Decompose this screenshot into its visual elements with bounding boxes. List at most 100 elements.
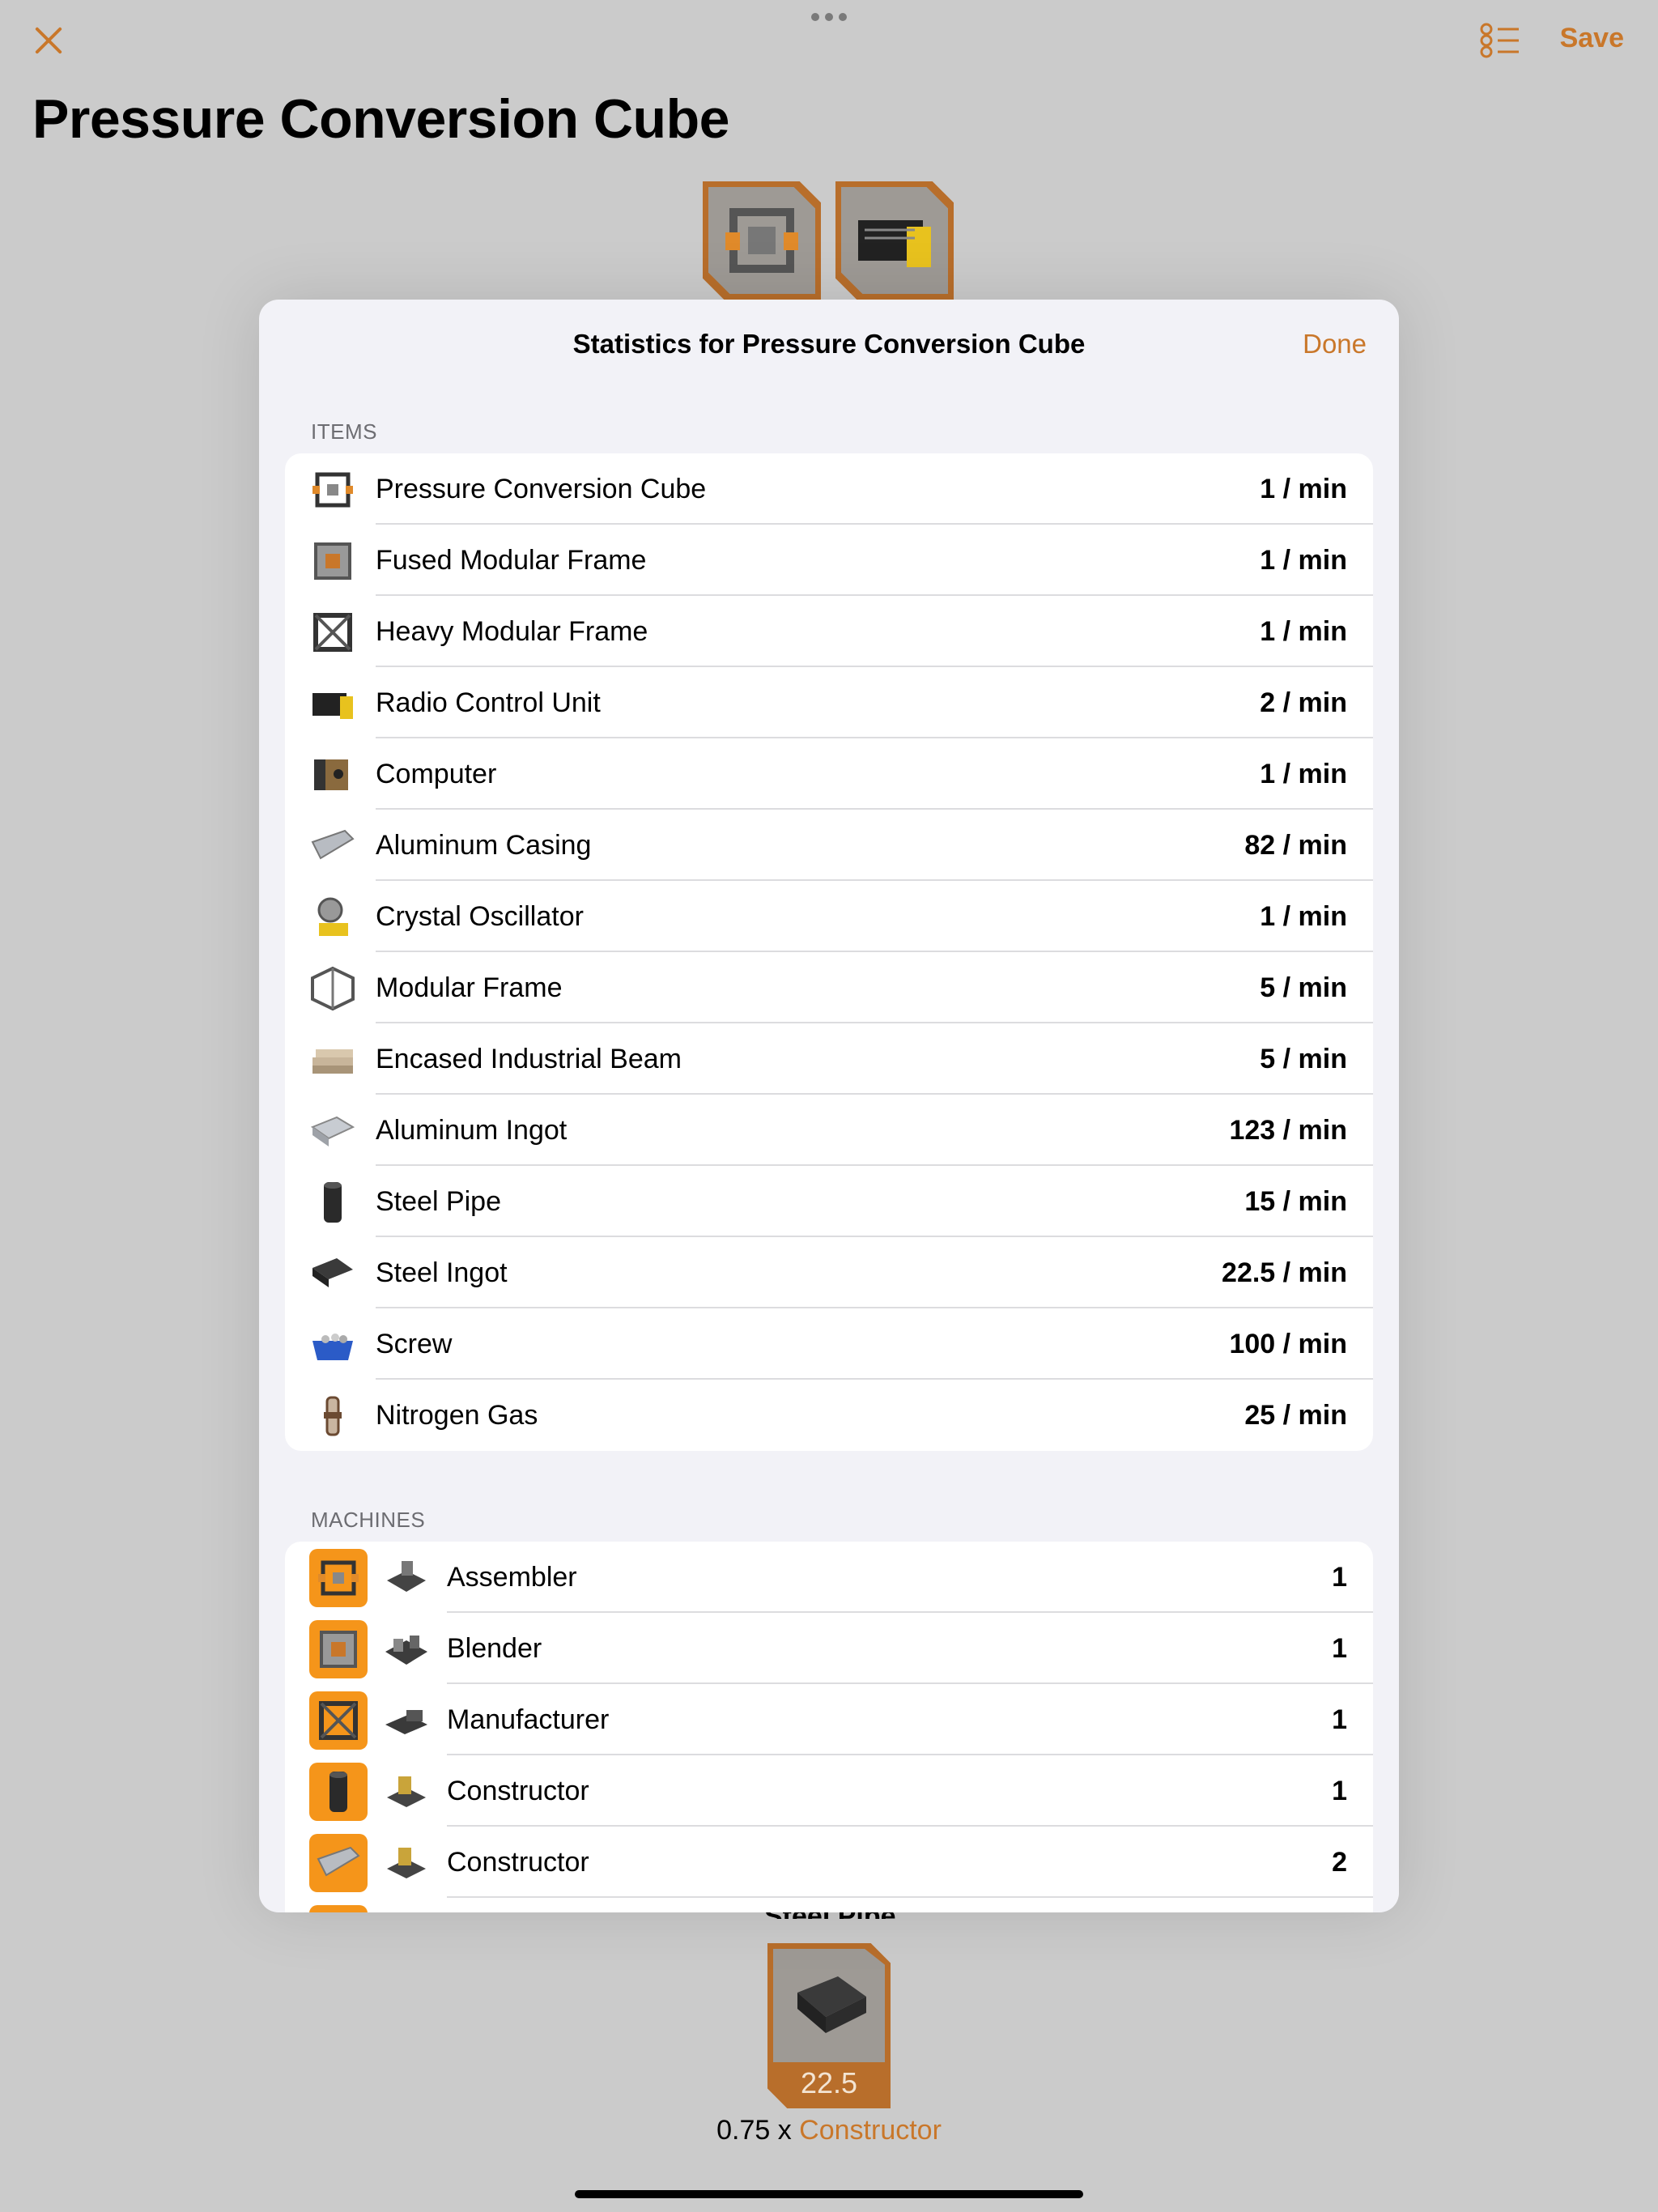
aluminum-ingot-icon (309, 1108, 356, 1155)
item-name: Steel Pipe (376, 1186, 501, 1217)
steel-ingot-quantity: 22.5 (800, 2066, 858, 2099)
industrial-beam-icon (309, 1036, 356, 1083)
item-rate: 5 / min (1260, 1044, 1347, 1074)
machine-row: Manufacturer 1 (285, 1684, 1373, 1755)
item-name: Modular Frame (376, 972, 563, 1003)
item-rate: 15 / min (1244, 1186, 1347, 1217)
manufacturer-icon (382, 1699, 431, 1744)
pressure-cube-icon (725, 208, 798, 273)
item-name: Aluminum Ingot (376, 1115, 568, 1146)
pressure-cube-icon (309, 466, 356, 513)
machine-row: Constructor 1 (285, 1755, 1373, 1827)
nitrogen-gas-icon (309, 1393, 356, 1440)
item-rate: 1 / min (1260, 545, 1347, 576)
home-indicator (575, 2190, 1083, 2198)
machine-count: 2 (1332, 1847, 1347, 1878)
radio-unit-icon (858, 220, 931, 267)
computer-icon (309, 751, 356, 798)
machine-name: Constructor (447, 1776, 589, 1806)
machine-count: 1 (1332, 1562, 1347, 1593)
machine-name: Constructor (447, 1847, 589, 1878)
item-rate: 22.5 / min (1222, 1257, 1347, 1288)
item-row: Steel Pipe 15 / min (285, 1166, 1373, 1237)
steel-ingot-icon (309, 1250, 356, 1297)
machine-count: 1 (1332, 1633, 1347, 1664)
done-button[interactable]: Done (1303, 329, 1367, 359)
list-options-icon[interactable] (1480, 23, 1520, 58)
item-row: Steel Ingot 22.5 / min (285, 1237, 1373, 1308)
machine-multiplier: 0.75 x (716, 2115, 792, 2146)
steel-ingot-icon (797, 1976, 866, 2033)
items-list: Pressure Conversion Cube 1 / min Fused Mod… (285, 453, 1373, 1451)
item-row: Crystal Oscillator 1 / min (285, 881, 1373, 952)
radio-unit-icon (309, 680, 356, 727)
constructor-icon (382, 1841, 431, 1887)
product-badge (309, 1691, 368, 1750)
item-name: Heavy Modular Frame (376, 616, 648, 647)
aluminum-casing-icon (309, 823, 356, 870)
heavy-frame-icon (319, 1701, 358, 1740)
product-badge (309, 1763, 368, 1821)
modular-frame-icon (309, 965, 356, 1012)
item-rate: 25 / min (1244, 1400, 1347, 1431)
machines-list: Assembler 1 Blender 1 Manufacturer 1 Construct… (285, 1542, 1373, 1912)
machines-section-header: MACHINES (311, 1508, 426, 1532)
item-rate: 1 / min (1260, 901, 1347, 932)
product-badge (309, 1834, 368, 1892)
item-row: Screw 100 / min (285, 1308, 1373, 1380)
item-rate: 1 / min (1260, 759, 1347, 789)
more-dots-icon[interactable] (811, 13, 847, 23)
item-rate: 1 / min (1260, 616, 1347, 647)
machine-name: Manufacturer (447, 1704, 610, 1735)
machine-name: Assembler (447, 1562, 577, 1593)
machine-caption: 0.75 x Constructor (0, 2115, 1658, 2146)
item-row: Heavy Modular Frame 1 / min (285, 596, 1373, 667)
item-rate: 1 / min (1260, 474, 1347, 504)
item-row: Aluminum Ingot 123 / min (285, 1095, 1373, 1166)
crystal-oscillator-icon (309, 894, 356, 941)
navigation-bar: Save (0, 0, 1658, 89)
item-row: Computer 1 / min (285, 738, 1373, 810)
item-rate: 100 / min (1229, 1329, 1347, 1359)
item-name: Computer (376, 759, 497, 789)
aluminum-casing-icon (317, 1846, 360, 1877)
machine-name: Blender (447, 1633, 542, 1664)
machine-count: 1 (1332, 1704, 1347, 1735)
items-section-header: ITEMS (311, 419, 377, 444)
item-rate: 123 / min (1229, 1115, 1347, 1146)
product-badge (309, 1620, 368, 1678)
machine-row: Assembler 1 (285, 1542, 1373, 1613)
item-name: Fused Modular Frame (376, 545, 647, 576)
screw-icon (309, 1321, 356, 1368)
item-rate: 2 / min (1260, 687, 1347, 718)
product-badge (309, 1905, 368, 1912)
item-rate: 5 / min (1260, 972, 1347, 1003)
statistics-sheet: Statistics for Pressure Conversion Cube … (259, 300, 1399, 1912)
item-name: Encased Industrial Beam (376, 1044, 682, 1074)
item-row: Pressure Conversion Cube 1 / min (285, 453, 1373, 525)
item-name: Radio Control Unit (376, 687, 601, 718)
machine-row-partial (285, 1898, 1373, 1912)
machine-row: Constructor 2 (285, 1827, 1373, 1898)
machine-link[interactable]: Constructor (799, 2115, 942, 2146)
steel-pipe-icon (329, 1772, 347, 1812)
item-name: Aluminum Casing (376, 830, 592, 861)
item-row: Modular Frame 5 / min (285, 952, 1373, 1023)
machine-row: Blender 1 (285, 1613, 1373, 1684)
item-name: Crystal Oscillator (376, 901, 584, 932)
sheet-title: Statistics for Pressure Conversion Cube (572, 329, 1086, 359)
item-name: Screw (376, 1329, 453, 1359)
item-name: Steel Ingot (376, 1257, 508, 1288)
fused-frame-icon (309, 538, 356, 585)
sheet-header: Statistics for Pressure Conversion Cube … (259, 300, 1399, 389)
pressure-cube-tile[interactable] (703, 181, 821, 300)
close-icon[interactable] (34, 26, 63, 55)
steel-pipe-icon (309, 1179, 356, 1226)
item-row: Radio Control Unit 2 / min (285, 667, 1373, 738)
blender-icon (382, 1627, 431, 1673)
heavy-frame-icon (309, 609, 356, 656)
constructor-icon (382, 1770, 431, 1815)
radio-unit-tile[interactable] (835, 181, 954, 300)
steel-ingot-tile[interactable]: 22.5 (767, 1943, 891, 2108)
save-button[interactable]: Save (1560, 23, 1624, 54)
